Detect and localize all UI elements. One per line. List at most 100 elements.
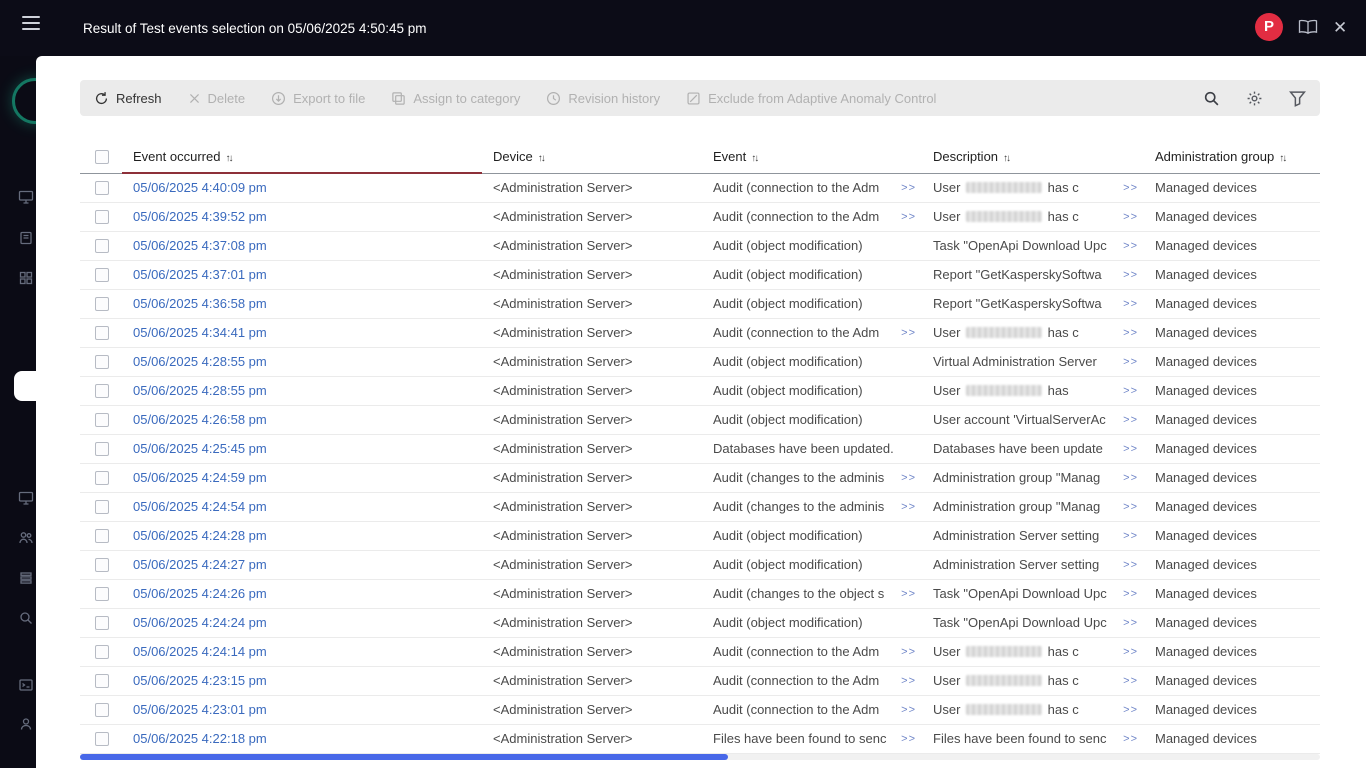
- expand-cell-link[interactable]: >>: [1118, 327, 1138, 339]
- row-checkbox[interactable]: [95, 645, 109, 660]
- event-time-link[interactable]: 05/06/2025 4:24:27 pm: [133, 557, 267, 572]
- expand-cell-link[interactable]: >>: [896, 472, 916, 484]
- event-time-link[interactable]: 05/06/2025 4:23:15 pm: [133, 673, 267, 688]
- expand-cell-link[interactable]: >>: [1118, 385, 1138, 397]
- event-time-link[interactable]: 05/06/2025 4:39:52 pm: [133, 209, 267, 224]
- row-checkbox[interactable]: [95, 268, 109, 283]
- column-header-administration-group[interactable]: Administration group ↑↓: [1144, 140, 1320, 174]
- row-checkbox[interactable]: [95, 297, 109, 312]
- row-checkbox[interactable]: [95, 355, 109, 370]
- event-time-link[interactable]: 05/06/2025 4:22:18 pm: [133, 731, 267, 746]
- row-checkbox[interactable]: [95, 442, 109, 457]
- row-checkbox[interactable]: [95, 558, 109, 573]
- expand-cell-link[interactable]: >>: [896, 327, 916, 339]
- event-time-link[interactable]: 05/06/2025 4:37:08 pm: [133, 238, 267, 253]
- expand-cell-link[interactable]: >>: [1118, 588, 1138, 600]
- event-time-link[interactable]: 05/06/2025 4:24:59 pm: [133, 470, 267, 485]
- expand-cell-link[interactable]: >>: [896, 646, 916, 658]
- workstation-icon[interactable]: [18, 490, 34, 506]
- event-time-link[interactable]: 05/06/2025 4:24:26 pm: [133, 586, 267, 601]
- search-icon[interactable]: [1203, 90, 1220, 107]
- row-checkbox[interactable]: [95, 616, 109, 631]
- sort-icon[interactable]: ↑↓: [1279, 153, 1287, 164]
- expand-cell-link[interactable]: >>: [1118, 559, 1138, 571]
- event-time-link[interactable]: 05/06/2025 4:24:14 pm: [133, 644, 267, 659]
- event-time-link[interactable]: 05/06/2025 4:24:28 pm: [133, 528, 267, 543]
- row-checkbox[interactable]: [95, 529, 109, 544]
- expand-cell-link[interactable]: >>: [1118, 298, 1138, 310]
- expand-cell-link[interactable]: >>: [1118, 704, 1138, 716]
- row-checkbox[interactable]: [95, 384, 109, 399]
- event-time-link[interactable]: 05/06/2025 4:24:24 pm: [133, 615, 267, 630]
- expand-cell-link[interactable]: >>: [896, 501, 916, 513]
- column-header-event-occurred[interactable]: Event occurred ↑↓: [122, 140, 482, 174]
- expand-cell-link[interactable]: >>: [1118, 240, 1138, 252]
- devices-grid-icon[interactable]: [18, 270, 34, 286]
- expand-cell-link[interactable]: >>: [896, 211, 916, 223]
- row-checkbox[interactable]: [95, 471, 109, 486]
- device-cell: <Administration Server>: [482, 637, 702, 667]
- sort-icon[interactable]: ↑↓: [538, 153, 546, 164]
- row-checkbox[interactable]: [95, 587, 109, 602]
- console-icon[interactable]: [18, 677, 34, 693]
- expand-cell-link[interactable]: >>: [1118, 530, 1138, 542]
- expand-cell-link[interactable]: >>: [1118, 646, 1138, 658]
- expand-cell-link[interactable]: >>: [1118, 182, 1138, 194]
- row-checkbox[interactable]: [95, 239, 109, 254]
- sort-icon[interactable]: ↑↓: [751, 153, 759, 164]
- expand-cell-link[interactable]: >>: [1118, 356, 1138, 368]
- expand-cell-link[interactable]: >>: [896, 733, 916, 745]
- expand-cell-link[interactable]: >>: [1118, 733, 1138, 745]
- expand-cell-link[interactable]: >>: [896, 675, 916, 687]
- event-time-link[interactable]: 05/06/2025 4:26:58 pm: [133, 412, 267, 427]
- filter-icon[interactable]: [1289, 90, 1306, 107]
- sort-icon[interactable]: ↑↓: [1003, 153, 1011, 164]
- expand-cell-link[interactable]: >>: [1118, 414, 1138, 426]
- row-checkbox[interactable]: [95, 674, 109, 689]
- sort-icon[interactable]: ↑↓: [225, 153, 233, 164]
- row-checkbox[interactable]: [95, 732, 109, 747]
- expand-cell-link[interactable]: >>: [1118, 472, 1138, 484]
- event-time-link[interactable]: 05/06/2025 4:34:41 pm: [133, 325, 267, 340]
- expand-cell-link[interactable]: >>: [1118, 617, 1138, 629]
- server-stack-icon[interactable]: [18, 570, 34, 586]
- row-checkbox[interactable]: [95, 210, 109, 225]
- monitoring-icon[interactable]: [18, 189, 34, 205]
- row-checkbox[interactable]: [95, 703, 109, 718]
- expand-cell-link[interactable]: >>: [896, 588, 916, 600]
- horizontal-scrollbar-thumb[interactable]: [80, 754, 728, 760]
- close-icon[interactable]: ✕: [1333, 17, 1347, 39]
- gear-icon[interactable]: [1246, 90, 1263, 107]
- hamburger-menu-icon[interactable]: [22, 16, 40, 30]
- reports-icon[interactable]: [18, 230, 34, 246]
- horizontal-scrollbar-track[interactable]: [80, 754, 1320, 760]
- documentation-icon[interactable]: [1298, 19, 1318, 35]
- row-checkbox[interactable]: [95, 413, 109, 428]
- expand-cell-link[interactable]: >>: [1118, 211, 1138, 223]
- expand-cell-link[interactable]: >>: [1118, 269, 1138, 281]
- account-icon[interactable]: [18, 716, 34, 732]
- event-time-link[interactable]: 05/06/2025 4:25:45 pm: [133, 441, 267, 456]
- row-checkbox[interactable]: [95, 500, 109, 515]
- expand-cell-link[interactable]: >>: [896, 182, 916, 194]
- event-time-link[interactable]: 05/06/2025 4:28:55 pm: [133, 383, 267, 398]
- expand-cell-link[interactable]: >>: [1118, 501, 1138, 513]
- event-time-link[interactable]: 05/06/2025 4:23:01 pm: [133, 702, 267, 717]
- event-time-link[interactable]: 05/06/2025 4:36:58 pm: [133, 296, 267, 311]
- search-nav-icon[interactable]: [18, 610, 34, 626]
- refresh-button[interactable]: Refresh: [94, 91, 162, 106]
- column-header-device[interactable]: Device ↑↓: [482, 140, 702, 174]
- column-header-description[interactable]: Description ↑↓: [922, 140, 1144, 174]
- users-icon[interactable]: [18, 530, 34, 546]
- expand-cell-link[interactable]: >>: [1118, 675, 1138, 687]
- row-checkbox[interactable]: [95, 326, 109, 341]
- expand-cell-link[interactable]: >>: [896, 704, 916, 716]
- expand-cell-link[interactable]: >>: [1118, 443, 1138, 455]
- event-time-link[interactable]: 05/06/2025 4:40:09 pm: [133, 180, 267, 195]
- column-header-event[interactable]: Event ↑↓: [702, 140, 922, 174]
- select-all-checkbox[interactable]: [95, 150, 109, 165]
- event-time-link[interactable]: 05/06/2025 4:28:55 pm: [133, 354, 267, 369]
- row-checkbox[interactable]: [95, 181, 109, 196]
- event-time-link[interactable]: 05/06/2025 4:24:54 pm: [133, 499, 267, 514]
- event-time-link[interactable]: 05/06/2025 4:37:01 pm: [133, 267, 267, 282]
